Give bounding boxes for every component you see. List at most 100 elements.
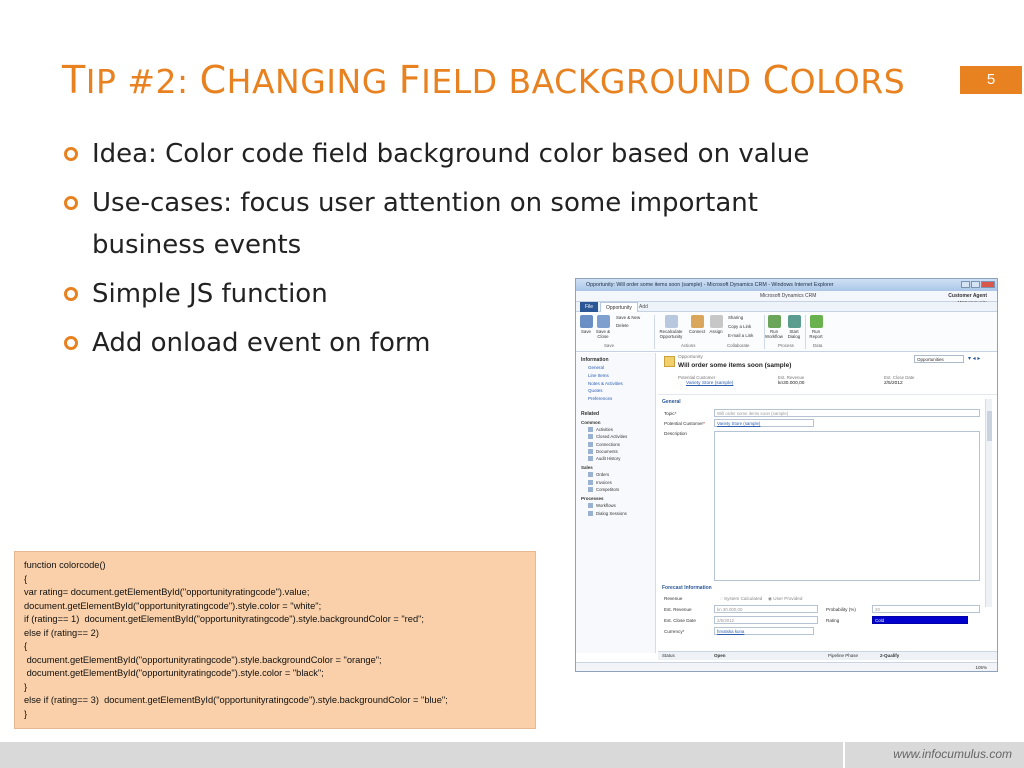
- ribbon-group-label: Process: [778, 343, 794, 348]
- field-label: Rating: [826, 618, 840, 623]
- est-revenue-field[interactable]: kn 30.000,00: [714, 605, 818, 613]
- copy-link-button[interactable]: Copy a Link: [728, 324, 768, 329]
- email-link-button[interactable]: E-mail a Link: [728, 333, 768, 338]
- ribbon-group-label: Save: [604, 343, 615, 348]
- footer-bar: [0, 742, 1024, 768]
- form-status-bar: Status Open Pipeline Phase 2-Qualify: [658, 651, 997, 660]
- save-close-button[interactable]: Save & Close: [595, 315, 611, 339]
- connect-button[interactable]: Connect: [688, 315, 706, 334]
- bullet-circle-icon: [64, 196, 78, 210]
- nav-item[interactable]: Competitors: [588, 486, 655, 493]
- nav-group[interactable]: Processes: [581, 496, 655, 501]
- form-scrollbar[interactable]: [985, 399, 992, 607]
- bullet-circle-icon: [64, 336, 78, 350]
- nav-link[interactable]: Line Items: [588, 373, 655, 380]
- nav-group[interactable]: Common: [581, 420, 655, 425]
- bullet-circle-icon: [64, 147, 78, 161]
- page-number-badge: 5: [960, 66, 1022, 94]
- user-name[interactable]: Customer Agent: [948, 293, 987, 299]
- zoom-level[interactable]: 105%: [975, 665, 987, 670]
- save-icon: [579, 315, 593, 328]
- title-part: IELD BACKGROUND: [421, 62, 763, 101]
- rating-select[interactable]: Cold: [872, 616, 968, 624]
- nav-item[interactable]: Audit History: [588, 455, 655, 462]
- ribbon-group-label: Data: [813, 343, 823, 348]
- phase-label: Pipeline Phase: [828, 653, 859, 658]
- code-line: {: [24, 573, 28, 584]
- assign-button[interactable]: Assign: [708, 315, 724, 334]
- header-customer-link[interactable]: Variety Store (sample): [686, 381, 733, 386]
- radio-system-calculated[interactable]: ◌ System Calculated: [720, 596, 762, 601]
- code-line: if (rating== 1) document.getElementById(…: [24, 614, 425, 624]
- form-selector[interactable]: Opportunities: [914, 355, 964, 363]
- opportunity-icon: [664, 356, 675, 367]
- currency-lookup[interactable]: hrvatska kuna: [714, 627, 814, 635]
- field-label: Est. Revenue: [664, 607, 692, 612]
- header-label: Est. Revenue: [778, 375, 805, 380]
- form-header: Opportunity Will order some items soon (…: [658, 353, 997, 395]
- code-line: document.getElementById("opportunityrati…: [24, 654, 382, 665]
- save-new-button[interactable]: Save & New: [616, 315, 656, 320]
- minimize-button[interactable]: [961, 281, 970, 288]
- title-part: C: [762, 58, 790, 102]
- close-date-field[interactable]: 2/5/2012: [714, 616, 818, 624]
- start-dialog-button[interactable]: Start Dialog: [785, 315, 803, 339]
- save-button[interactable]: Save: [579, 315, 593, 334]
- run-report-button[interactable]: Run Report: [807, 315, 825, 339]
- recalculate-button[interactable]: Recalculate Opportunity: [656, 315, 686, 339]
- nav-link[interactable]: Preferences: [588, 396, 655, 403]
- code-line: else if (rating== 3) document.getElement…: [24, 695, 448, 705]
- ribbon-tabs: File Opportunity Add: [576, 302, 997, 312]
- nav-item[interactable]: Dialog Sessions: [588, 510, 655, 517]
- calculator-icon: [664, 315, 678, 328]
- crm-screenshot: Opportunity: Will order some items soon …: [575, 278, 998, 672]
- tab-opportunity[interactable]: Opportunity: [600, 302, 638, 312]
- code-line: var rating= document.getElementById("opp…: [24, 587, 310, 597]
- record-nav-arrows-icon[interactable]: ▾ ◂ ▸: [968, 355, 980, 362]
- section-general[interactable]: General: [662, 399, 681, 405]
- field-label: Potential Customer*: [664, 421, 705, 426]
- nav-item[interactable]: Documents: [588, 448, 655, 455]
- nav-link[interactable]: Notes & Activities: [588, 381, 655, 388]
- bullet-item: Idea: Color code field background color …: [62, 133, 862, 175]
- run-workflow-button[interactable]: Run Workflow: [765, 315, 783, 339]
- radio-user-provided[interactable]: ◉ User Provided: [768, 596, 802, 602]
- nav-item[interactable]: Workflows: [588, 502, 655, 509]
- status-value: Open: [714, 653, 726, 658]
- nav-item[interactable]: Connections: [588, 441, 655, 448]
- tab-add[interactable]: Add: [634, 302, 653, 312]
- nav-item[interactable]: Invoices: [588, 479, 655, 486]
- header-value: kn30.000,00: [778, 381, 805, 386]
- code-line: else if (rating== 2): [24, 627, 99, 638]
- maximize-button[interactable]: [971, 281, 980, 288]
- topic-field[interactable]: Will order some items soon (sample): [714, 409, 980, 417]
- nav-link[interactable]: General: [588, 365, 655, 372]
- nav-link[interactable]: Quotes: [588, 388, 655, 395]
- nav-item[interactable]: Activities: [588, 426, 655, 433]
- assign-icon: [709, 315, 723, 328]
- section-forecast[interactable]: Forecast Information: [662, 585, 712, 591]
- header-label: Potential Customer: [678, 375, 716, 380]
- code-snippet-box: function colorcode() { var rating= docum…: [14, 551, 536, 729]
- customer-lookup[interactable]: Variety Store (sample): [714, 419, 814, 427]
- field-label: Probability (%): [826, 607, 856, 612]
- tab-file[interactable]: File: [580, 302, 599, 312]
- title-part: OLORS: [789, 62, 906, 101]
- delete-button[interactable]: Delete: [616, 323, 656, 328]
- nav-item[interactable]: Orders: [588, 471, 655, 478]
- code-line: {: [24, 641, 28, 651]
- crm-left-nav: Information General Line Items Notes & A…: [576, 353, 656, 653]
- ribbon-group-label: Actions: [681, 343, 696, 348]
- nav-item[interactable]: Closed Activities: [588, 433, 655, 440]
- close-button[interactable]: [981, 281, 995, 288]
- description-textarea[interactable]: [714, 431, 980, 581]
- field-label: Revenue: [664, 596, 683, 601]
- sharing-button[interactable]: Sharing: [728, 315, 768, 320]
- code-line: }: [24, 708, 28, 719]
- probability-field[interactable]: 20: [872, 605, 980, 613]
- field-label: Topic*: [664, 411, 677, 416]
- nav-group[interactable]: Sales: [581, 465, 655, 470]
- status-label: Status: [662, 653, 675, 658]
- field-label: Currency*: [664, 629, 685, 634]
- crm-brand: Microsoft Dynamics CRM: [760, 293, 817, 299]
